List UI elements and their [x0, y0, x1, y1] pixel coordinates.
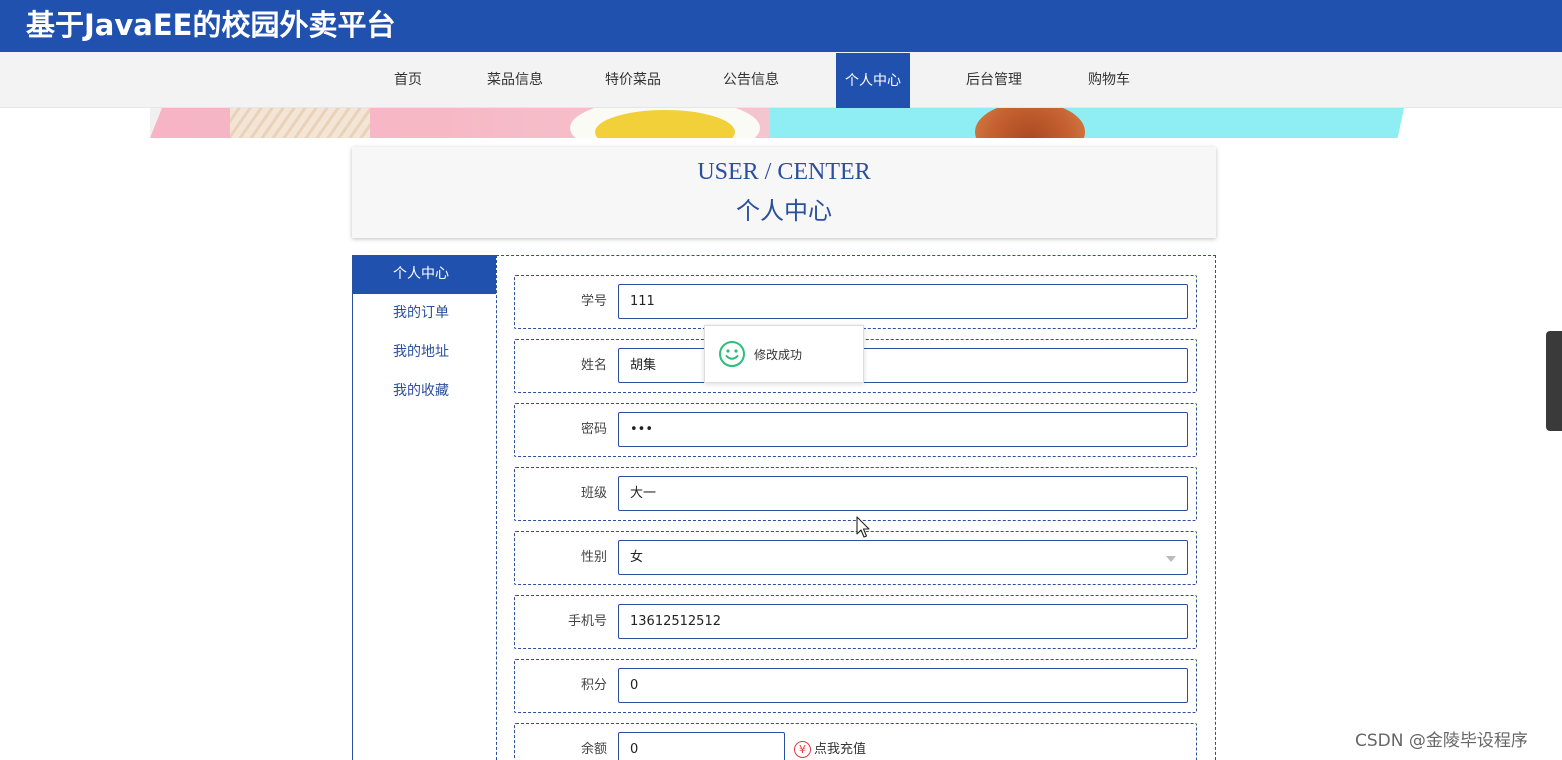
page-header-english: USER / CENTER [697, 159, 871, 185]
balance-input[interactable]: 0 [618, 732, 785, 760]
form-row-student-id: 学号 111 [514, 275, 1197, 329]
phone-input[interactable]: 13612512512 [618, 604, 1188, 639]
nav-cart[interactable]: 购物车 [1080, 52, 1138, 108]
password-label: 密码 [580, 422, 607, 437]
points-label: 积分 [580, 678, 607, 693]
main-nav: 首页 菜品信息 特价菜品 公告信息 个人中心 后台管理 购物车 [0, 52, 1562, 108]
side-item-user-center[interactable]: 个人中心 [353, 255, 496, 294]
nav-announcements[interactable]: 公告信息 [716, 52, 786, 108]
form-row-class: 班级 大一 [514, 467, 1197, 521]
smile-icon [719, 341, 745, 367]
student-id-input[interactable]: 111 [618, 284, 1188, 319]
class-input[interactable]: 大一 [618, 476, 1188, 511]
student-id-label: 学号 [580, 294, 607, 309]
side-item-my-addresses[interactable]: 我的地址 [353, 333, 496, 372]
side-item-my-favorites[interactable]: 我的收藏 [353, 372, 496, 411]
recharge-label: 点我充值 [814, 742, 867, 757]
form-row-points: 积分 0 [514, 659, 1197, 713]
gender-selected-value: 女 [630, 550, 644, 565]
page-header-card: USER / CENTER 个人中心 [352, 147, 1216, 238]
form-row-password: 密码 ••• [514, 403, 1197, 457]
success-toast: 修改成功 [704, 325, 864, 383]
gender-label: 性别 [580, 550, 607, 565]
class-label: 班级 [580, 486, 607, 501]
site-title: 基于JavaEE的校园外卖平台 [26, 8, 396, 42]
nav-admin[interactable]: 后台管理 [959, 52, 1029, 108]
nav-user-center[interactable]: 个人中心 [836, 53, 910, 108]
recharge-link[interactable]: ¥ 点我充值 [794, 740, 866, 760]
page-header-chinese: 个人中心 [736, 197, 832, 225]
points-input[interactable]: 0 [618, 668, 1188, 703]
dropdown-arrow-icon[interactable] [1166, 556, 1176, 562]
balance-label: 余额 [580, 742, 607, 757]
nav-home[interactable]: 首页 [380, 52, 436, 108]
top-header-bar: 基于JavaEE的校园外卖平台 [0, 0, 1562, 52]
form-row-balance: 余额 0 ¥ 点我充值 [514, 723, 1197, 760]
name-label: 姓名 [580, 358, 607, 373]
side-item-my-orders[interactable]: 我的订单 [353, 294, 496, 333]
food-banner-image [150, 108, 1404, 138]
form-row-phone: 手机号 13612512512 [514, 595, 1197, 649]
yuan-coin-icon: ¥ [794, 741, 811, 758]
csdn-watermark: CSDN @金陵毕设程序 [1355, 731, 1528, 751]
gender-select[interactable]: 女 [618, 540, 1188, 575]
mouse-cursor-icon [856, 516, 870, 538]
phone-label: 手机号 [567, 614, 607, 629]
user-side-menu: 个人中心 我的订单 我的地址 我的收藏 [352, 255, 496, 760]
password-input[interactable]: ••• [618, 412, 1188, 447]
toast-message: 修改成功 [754, 348, 803, 362]
nav-dishes[interactable]: 菜品信息 [480, 52, 550, 108]
scroll-handle[interactable] [1546, 331, 1562, 431]
nav-specials[interactable]: 特价菜品 [598, 52, 668, 108]
